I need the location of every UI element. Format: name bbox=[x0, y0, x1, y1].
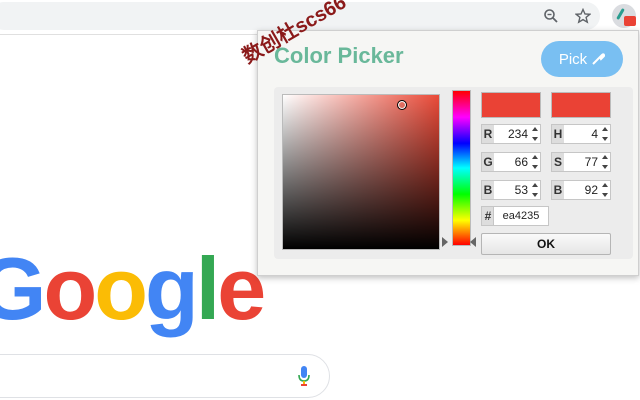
logo-letter: G bbox=[0, 239, 46, 338]
field-value[interactable]: 234 bbox=[496, 125, 530, 143]
pick-button[interactable]: Pick bbox=[541, 41, 623, 77]
logo-letter: o bbox=[43, 239, 97, 338]
color-picker-extension-icon[interactable] bbox=[612, 4, 636, 28]
green-field[interactable]: G 66 bbox=[481, 152, 541, 172]
field-label: G bbox=[482, 153, 494, 171]
field-label: H bbox=[552, 125, 564, 143]
field-value[interactable]: 4 bbox=[566, 125, 600, 143]
field-value[interactable]: 66 bbox=[496, 153, 530, 171]
zoom-icon[interactable] bbox=[541, 6, 561, 26]
popup-title: Color Picker bbox=[274, 43, 404, 68]
color-swatch-icon bbox=[624, 16, 636, 26]
logo-letter: o bbox=[94, 239, 148, 338]
color-cursor[interactable] bbox=[397, 100, 407, 110]
logo-letter: l bbox=[195, 239, 221, 338]
red-field[interactable]: R 234 bbox=[481, 124, 541, 144]
saturation-field[interactable]: S 77 bbox=[551, 152, 611, 172]
spinner-icon[interactable] bbox=[601, 155, 609, 169]
field-label: R bbox=[482, 125, 494, 143]
ok-button[interactable]: OK bbox=[481, 233, 611, 255]
toolbar-divider bbox=[0, 34, 260, 35]
logo-letter: g bbox=[144, 239, 199, 338]
eyedropper-icon bbox=[591, 52, 606, 66]
spinner-icon[interactable] bbox=[601, 127, 609, 141]
hue-field[interactable]: H 4 bbox=[551, 124, 611, 144]
google-logo: Google bbox=[0, 245, 266, 333]
search-input[interactable] bbox=[0, 354, 330, 398]
hue-slider[interactable] bbox=[452, 90, 471, 246]
spinner-icon[interactable] bbox=[601, 183, 609, 197]
bookmark-star-icon[interactable] bbox=[573, 6, 593, 26]
saturation-brightness-area[interactable] bbox=[282, 94, 440, 250]
field-value[interactable]: 77 bbox=[566, 153, 600, 171]
field-value[interactable]: 53 bbox=[496, 181, 530, 199]
brightness-field[interactable]: B 92 bbox=[551, 180, 611, 200]
pick-button-label: Pick bbox=[558, 50, 588, 68]
field-label: B bbox=[552, 181, 564, 199]
picker-panel: R 234 G 66 B 53 H 4 S 77 B 92 # ea4235 O… bbox=[274, 87, 633, 259]
current-color-swatch[interactable] bbox=[551, 92, 611, 118]
field-label: B bbox=[482, 181, 494, 199]
field-value[interactable]: 92 bbox=[566, 181, 600, 199]
field-label: S bbox=[552, 153, 564, 171]
new-color-swatch bbox=[481, 92, 541, 118]
hex-input[interactable]: ea4235 bbox=[493, 206, 549, 226]
hue-marker-right-icon[interactable] bbox=[470, 237, 476, 247]
spinner-icon[interactable] bbox=[531, 127, 539, 141]
blue-field[interactable]: B 53 bbox=[481, 180, 541, 200]
hue-marker-left-icon[interactable] bbox=[442, 237, 448, 247]
spinner-icon[interactable] bbox=[531, 183, 539, 197]
spinner-icon[interactable] bbox=[531, 155, 539, 169]
color-picker-popup: Color Picker Pick R 234 G 66 B 53 H 4 S … bbox=[257, 30, 639, 276]
mic-icon[interactable] bbox=[296, 364, 312, 388]
